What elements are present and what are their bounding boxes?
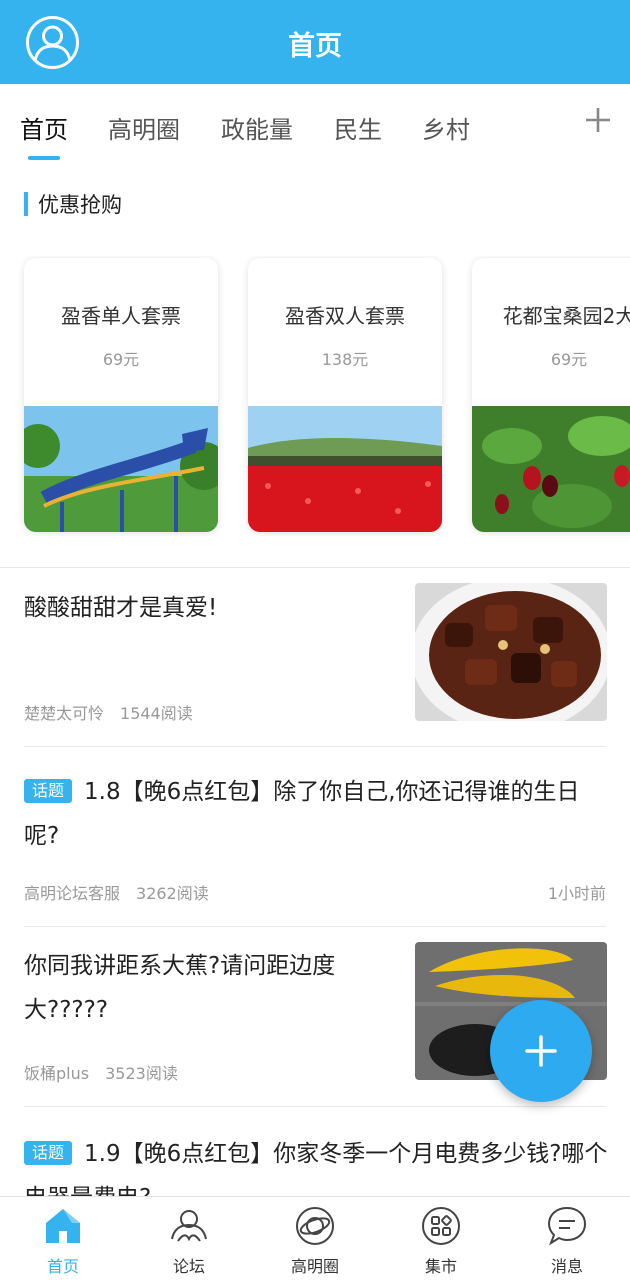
post-author[interactable]: 楚楚太可怜	[24, 704, 104, 723]
nav-messages[interactable]: 消息	[504, 1197, 630, 1280]
deal-image	[24, 406, 218, 532]
post-reads: 1544阅读	[120, 704, 193, 723]
post-image	[415, 583, 607, 721]
post-thumbnail[interactable]	[415, 583, 607, 721]
post-title[interactable]: 酸酸甜甜才是真爱!	[24, 586, 404, 630]
deal-price: 69元	[102, 350, 140, 369]
post-title-text: 1.8【晚6点红包】除了你自己,你还记得谁的生日呢?	[24, 779, 580, 849]
deals-carousel[interactable]: 盈香单人套票 69元 盈香双人套票 138元 花都宝桑园2大 69元	[0, 256, 630, 536]
message-icon	[547, 1206, 587, 1246]
topic-badge: 话题	[24, 1141, 73, 1165]
nav-forum[interactable]: 论坛	[126, 1197, 252, 1280]
section-title: 优惠抢购	[38, 193, 122, 217]
post-author[interactable]: 饭桶plus	[24, 1064, 89, 1083]
nav-label: 论坛	[172, 1257, 205, 1276]
nav-label: 首页	[46, 1257, 79, 1276]
post-time: 1小时前	[547, 884, 606, 903]
post-divider	[24, 746, 606, 747]
nav-label: 消息	[550, 1257, 583, 1276]
deal-name: 盈香双人套票	[285, 304, 405, 328]
section-divider	[0, 567, 630, 568]
tab-active-indicator	[28, 156, 60, 160]
deal-card[interactable]: 盈香单人套票 69元	[24, 258, 218, 532]
post-author[interactable]: 高明论坛客服	[24, 884, 120, 903]
page-title: 首页	[288, 31, 342, 62]
deal-name: 盈香单人套票	[61, 304, 181, 328]
post-title[interactable]: 话题1.9【晚6点红包】你家冬季一个月电费多少钱?哪个电器最费电?	[24, 1132, 609, 1196]
nav-label: 高明圈	[290, 1257, 339, 1276]
post-meta: 高明论坛客服 3262阅读	[24, 880, 209, 904]
home-icon	[46, 1209, 80, 1243]
deal-image	[248, 406, 442, 532]
new-post-fab[interactable]	[490, 1000, 592, 1102]
post-meta: 饭桶plus 3523阅读	[24, 1060, 178, 1084]
post-divider	[24, 1106, 606, 1107]
nav-label: 集市	[424, 1257, 457, 1276]
tab-xiangcun[interactable]: 乡村	[422, 110, 470, 145]
post-title[interactable]: 你同我讲距系大蕉?请问距边度大?????	[24, 944, 404, 1032]
post-reads: 3523阅读	[105, 1064, 178, 1083]
tab-minsheng[interactable]: 民生	[334, 110, 382, 145]
plus-icon	[586, 108, 610, 132]
top-bar: 首页	[0, 0, 630, 84]
nav-market[interactable]: 集市	[378, 1197, 504, 1280]
topic-badge: 话题	[24, 779, 73, 803]
post-title-text: 1.9【晚6点红包】你家冬季一个月电费多少钱?哪个电器最费电?	[24, 1141, 608, 1196]
market-icon	[422, 1207, 460, 1245]
tab-zhengnengliang[interactable]: 政能量	[221, 110, 293, 145]
deal-card[interactable]: 花都宝桑园2大 69元	[472, 258, 630, 532]
planet-icon	[296, 1207, 334, 1245]
section-accent-bar	[24, 192, 28, 216]
post-divider	[24, 926, 606, 927]
post-meta: 楚楚太可怜 1544阅读	[24, 700, 193, 724]
post-title[interactable]: 话题 1.8【晚6点红包】除了你自己,你还记得谁的生日呢?	[24, 770, 609, 858]
deal-price: 69元	[550, 350, 588, 369]
post-reads: 3262阅读	[136, 884, 209, 903]
section-header: 优惠抢购	[24, 190, 122, 218]
nav-gaoming-circle[interactable]: 高明圈	[252, 1197, 378, 1280]
deal-image	[472, 406, 630, 532]
tab-home[interactable]: 首页	[20, 110, 68, 145]
nav-home[interactable]: 首页	[0, 1197, 126, 1280]
deal-card[interactable]: 盈香双人套票 138元	[248, 258, 442, 532]
plus-icon	[525, 1035, 557, 1067]
deal-price: 138元	[321, 350, 369, 369]
add-tab-button[interactable]	[584, 106, 612, 134]
tab-gaoming-circle[interactable]: 高明圈	[108, 110, 180, 145]
category-tabs: 首页 高明圈 政能量 民生 乡村	[0, 84, 630, 172]
bottom-nav: 首页 论坛 高明圈 集市 消息	[0, 1196, 630, 1280]
forum-icon	[171, 1210, 207, 1242]
deal-name: 花都宝桑园2大	[502, 304, 630, 328]
